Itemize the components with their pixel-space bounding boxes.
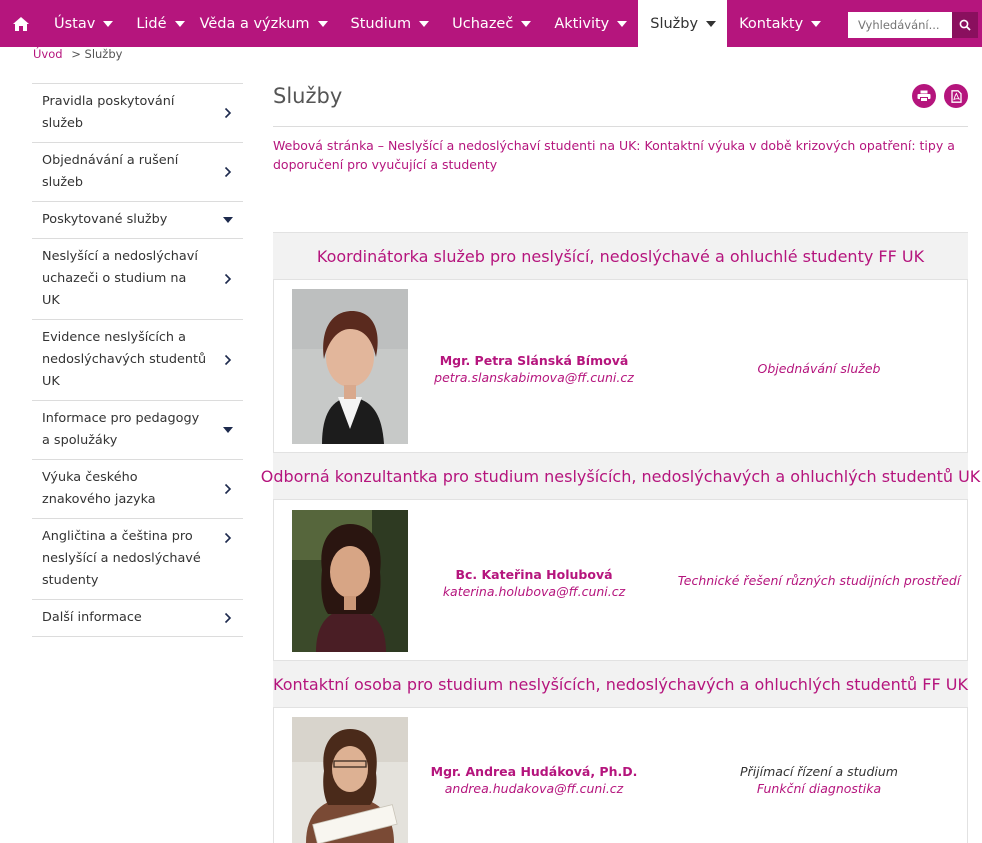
nav-item-sluzby[interactable]: Služby [638, 0, 728, 47]
caret-down-icon [617, 20, 628, 27]
breadcrumb-home-link[interactable]: Úvod [33, 47, 63, 61]
nav-item-veda-a-vyzkum[interactable]: Věda a výzkum [196, 0, 339, 47]
caret-down-icon [317, 20, 328, 27]
contact-role: Technické řešení různých studijních pros… [669, 572, 969, 589]
person-name: Mgr. Petra Slánská Bímová [439, 353, 629, 368]
sidebar-item-objednavani[interactable]: Objednávání a rušení služeb [32, 143, 243, 202]
home-icon [13, 16, 29, 31]
person-email-link[interactable]: katerina.holubova@ff.cuni.cz [404, 583, 664, 600]
caret-down-icon [706, 20, 717, 27]
person-name: Mgr. Andrea Hudáková, Ph.D. [430, 764, 638, 779]
portrait-photo [292, 289, 408, 444]
contact-person: Mgr. Andrea Hudáková, Ph.D. andrea.hudak… [404, 763, 664, 797]
contact-person: Mgr. Petra Slánská Bímová petra.slanskab… [404, 352, 664, 386]
search-button[interactable] [952, 12, 978, 38]
contact-card-konzultantka: Bc. Kateřina Holubová katerina.holubova@… [273, 500, 968, 660]
home-button[interactable] [0, 0, 42, 47]
print-icon [917, 90, 931, 102]
role-link[interactable]: Technické řešení různých studijních pros… [669, 572, 969, 589]
chevron-right-icon [221, 611, 235, 625]
search-input[interactable] [848, 12, 952, 38]
section-heading-konzultantka: Odborná konzultantka pro studium neslyší… [261, 452, 980, 500]
breadcrumb-current: Služby [84, 47, 123, 61]
role-text: Přijímací řízení a studium [740, 764, 898, 779]
portrait-photo [292, 717, 408, 843]
role-link[interactable]: Funkční diagnostika [669, 780, 969, 797]
sidebar-item-vyuka-czj[interactable]: Výuka českého znakového jazyka [32, 460, 243, 519]
page-title: Služby [273, 84, 343, 108]
caret-down-icon [221, 423, 235, 437]
caret-down-icon [103, 20, 114, 27]
caret-down-icon [174, 20, 185, 27]
nav-item-aktivity[interactable]: Aktivity [542, 0, 638, 47]
sidebar-item-evidence[interactable]: Evidence neslyšících a nedoslýchavých st… [32, 320, 243, 401]
chevron-right-icon [221, 165, 235, 179]
caret-down-icon [521, 20, 532, 27]
nav-item-lide[interactable]: Lidé [124, 0, 195, 47]
top-navigation: Ústav Lidé Věda a výzkum Studium Uchazeč… [0, 0, 982, 47]
person-name: Bc. Kateřina Holubová [455, 567, 613, 582]
contact-person: Bc. Kateřina Holubová katerina.holubova@… [404, 566, 664, 600]
chevron-right-icon [221, 272, 235, 286]
sidebar-item-informace-pedagogy[interactable]: Informace pro pedagogy a spolužáky [32, 401, 243, 460]
contact-card-koordinatorka: Mgr. Petra Slánská Bímová petra.slanskab… [273, 280, 968, 452]
sidebar-item-uchazeci[interactable]: Neslyšící a nedoslýchaví uchazeči o stud… [32, 239, 243, 320]
contact-role: Přijímací řízení a studium Funkční diagn… [669, 763, 969, 797]
nav-item-kontakty[interactable]: Kontakty [727, 0, 832, 47]
caret-down-icon [419, 20, 430, 27]
nav-item-studium[interactable]: Studium [339, 0, 441, 47]
title-divider [273, 126, 968, 127]
breadcrumb: Úvod > Služby [33, 47, 122, 61]
person-email-link[interactable]: petra.slanskabimova@ff.cuni.cz [404, 369, 664, 386]
search-icon [959, 19, 971, 31]
contact-card-kontaktni-osoba: Mgr. Andrea Hudáková, Ph.D. andrea.hudak… [273, 708, 968, 843]
caret-down-icon [221, 213, 235, 227]
sidebar-menu: Pravidla poskytování služeb Objednávání … [32, 83, 243, 637]
contact-role: Objednávání služeb [669, 360, 969, 377]
pdf-button[interactable] [944, 84, 968, 108]
sidebar-item-poskytovane-sluzby[interactable]: Poskytované služby [32, 202, 243, 239]
chevron-right-icon [221, 482, 235, 496]
nav-item-ustav[interactable]: Ústav [42, 0, 124, 47]
pdf-icon [950, 89, 962, 103]
section-heading-koordinatorka: Koordinátorka služeb pro neslyšící, nedo… [273, 232, 968, 280]
breadcrumb-separator: > [71, 47, 81, 61]
sidebar-item-pravidla[interactable]: Pravidla poskytování služeb [32, 84, 243, 143]
sidebar-item-dalsi-informace[interactable]: Další informace [32, 600, 243, 637]
print-button[interactable] [912, 84, 936, 108]
sidebar-item-anglictina-cestina[interactable]: Angličtina a čeština pro neslyšící a ned… [32, 519, 243, 600]
caret-down-icon [811, 20, 822, 27]
nav-item-uchazec[interactable]: Uchazeč [440, 0, 542, 47]
portrait-photo [292, 510, 408, 652]
chevron-right-icon [221, 353, 235, 367]
chevron-right-icon [221, 106, 235, 120]
person-email-link[interactable]: andrea.hudakova@ff.cuni.cz [404, 780, 664, 797]
role-link[interactable]: Objednávání služeb [669, 360, 969, 377]
chevron-right-icon [221, 531, 235, 545]
section-heading-kontaktni-osoba: Kontaktní osoba pro studium neslyšících,… [273, 660, 968, 708]
intro-link[interactable]: Webová stránka – Neslyšící a nedoslýchav… [273, 136, 963, 174]
